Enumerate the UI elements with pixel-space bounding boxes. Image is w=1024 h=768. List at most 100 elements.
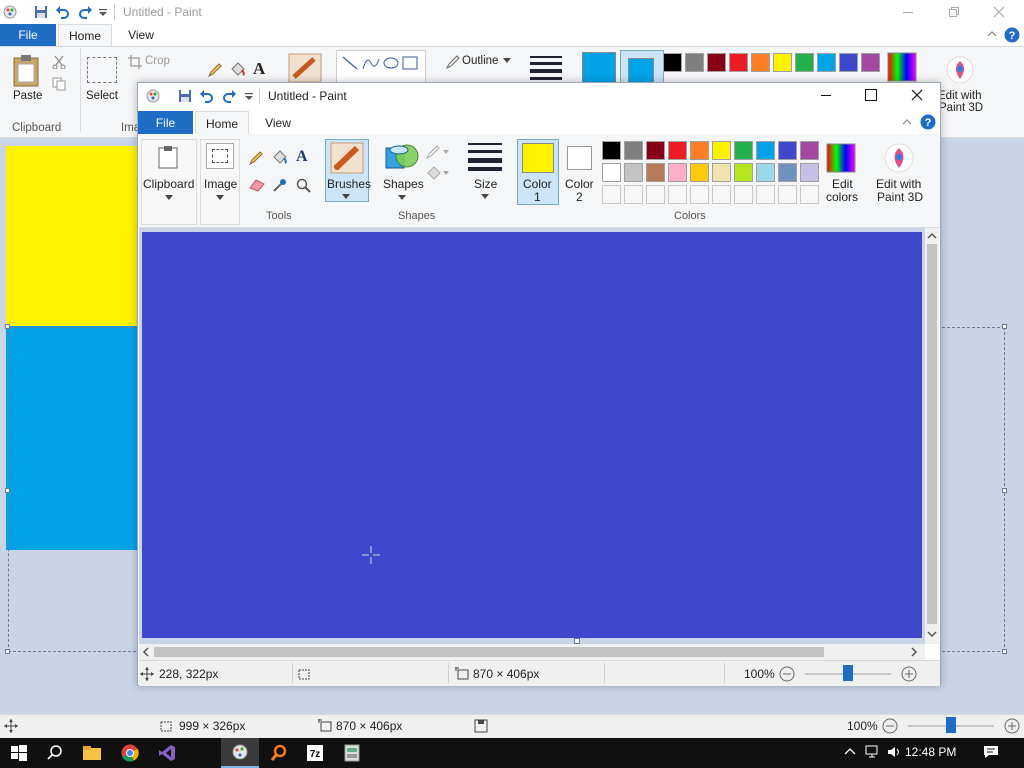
palette-color-swatch[interactable] — [624, 141, 643, 160]
fg-close-button[interactable] — [894, 82, 940, 108]
bg-help-icon[interactable]: ? — [1004, 27, 1020, 43]
bg-selection-handle[interactable] — [1002, 324, 1007, 329]
search-icon[interactable] — [36, 738, 74, 768]
fg-maximize-button[interactable] — [848, 82, 894, 108]
bg-outline-label[interactable]: Outline — [462, 55, 498, 67]
file-explorer-icon[interactable] — [73, 738, 111, 768]
bg-qat-dropdown-icon[interactable] — [97, 4, 113, 20]
palette-color-swatch[interactable] — [690, 163, 709, 182]
palette-color-swatch[interactable] — [800, 141, 819, 160]
bg-pencil-icon[interactable] — [207, 62, 223, 78]
fg-color2-label-line2[interactable]: 2 — [576, 190, 583, 204]
action-center-icon[interactable] — [983, 745, 999, 759]
fg-zoom-out-button[interactable] — [779, 666, 795, 682]
bg-zoom-slider-thumb[interactable] — [946, 717, 956, 733]
bg-save-icon[interactable] — [33, 4, 49, 20]
fg-outline-icon[interactable] — [425, 144, 449, 160]
bg-palette-color-swatch[interactable] — [729, 53, 748, 72]
bg-palette-color-swatch[interactable] — [751, 53, 770, 72]
bg-palette-color-swatch[interactable] — [663, 53, 682, 72]
fg-size-label[interactable]: Size — [474, 177, 497, 191]
paint-taskbar-icon[interactable] — [221, 738, 259, 768]
bg-copy-icon[interactable] — [52, 77, 66, 91]
bg-select-icon[interactable] — [87, 57, 117, 83]
fg-fill-shape-icon[interactable] — [425, 165, 449, 181]
fg-image-select-icon[interactable] — [206, 143, 234, 169]
network-icon[interactable] — [865, 745, 881, 759]
bg-brushes-icon[interactable] — [288, 53, 322, 83]
bg-home-tab[interactable]: Home — [58, 24, 112, 46]
palette-custom-slot[interactable] — [690, 185, 709, 204]
palette-color-swatch[interactable] — [756, 141, 775, 160]
fg-color1-swatch[interactable] — [522, 143, 554, 173]
fg-qat-dropdown-icon[interactable] — [243, 88, 255, 104]
fg-color2-label-line1[interactable]: Color — [565, 177, 594, 191]
fg-image-label[interactable]: Image — [204, 177, 237, 191]
fg-home-tab[interactable]: Home — [195, 111, 249, 135]
bg-close-button[interactable] — [976, 0, 1022, 24]
bg-size-icon[interactable] — [530, 56, 562, 80]
fg-shapes-icon[interactable] — [385, 140, 419, 174]
palette-custom-slot[interactable] — [778, 185, 797, 204]
palette-custom-slot[interactable] — [646, 185, 665, 204]
palette-color-swatch[interactable] — [602, 163, 621, 182]
palette-color-swatch[interactable] — [778, 163, 797, 182]
fg-edit-paint3d-line1[interactable]: Edit with — [876, 177, 921, 191]
clock-time[interactable]: 12:48 PM — [905, 745, 956, 759]
fg-minimize-button[interactable] — [803, 82, 849, 108]
fg-color1-label-line2[interactable]: 1 — [534, 190, 541, 204]
bg-view-tab[interactable]: View — [116, 24, 166, 46]
app-icon[interactable] — [333, 738, 371, 768]
fg-file-tab[interactable]: File — [138, 111, 193, 134]
bg-zoom-in-button[interactable] — [1004, 718, 1020, 734]
palette-color-swatch[interactable] — [624, 163, 643, 182]
bg-edit-paint3d-line2[interactable]: Paint 3D — [939, 102, 983, 114]
fg-color-picker-icon[interactable] — [272, 177, 288, 193]
fg-color1-label-line1[interactable]: Color — [523, 177, 552, 191]
bg-paste-icon[interactable] — [12, 54, 42, 88]
bg-restore-button[interactable] — [931, 0, 977, 24]
palette-color-swatch[interactable] — [756, 163, 775, 182]
bg-crop-icon[interactable] — [128, 55, 142, 69]
bg-selection-handle[interactable] — [1002, 649, 1007, 654]
fg-magnifier-icon[interactable] — [296, 178, 312, 194]
fg-edit-colors-line2[interactable]: colors — [826, 190, 858, 204]
fg-redo-icon[interactable] — [221, 88, 237, 104]
bg-select-label[interactable]: Select — [86, 90, 118, 102]
palette-color-swatch[interactable] — [668, 163, 687, 182]
bg-palette-color-swatch[interactable] — [707, 53, 726, 72]
palette-color-swatch[interactable] — [712, 163, 731, 182]
bg-undo-icon[interactable] — [55, 4, 71, 20]
fg-canvas[interactable] — [142, 232, 922, 638]
palette-custom-slot[interactable] — [712, 185, 731, 204]
fg-clipboard-icon[interactable] — [157, 145, 179, 169]
fg-vertical-scroll-thumb[interactable] — [927, 244, 937, 624]
fg-scroll-up-icon[interactable] — [926, 230, 938, 242]
palette-custom-slot[interactable] — [734, 185, 753, 204]
bg-collapse-ribbon-icon[interactable] — [986, 28, 998, 40]
fg-brushes-label[interactable]: Brushes — [327, 177, 371, 191]
fg-zoom-in-button[interactable] — [901, 666, 917, 682]
fg-scroll-right-icon[interactable] — [908, 646, 920, 658]
fg-view-tab[interactable]: View — [253, 111, 303, 134]
bg-selection-handle[interactable] — [1002, 488, 1007, 493]
palette-custom-slot[interactable] — [800, 185, 819, 204]
palette-color-swatch[interactable] — [602, 141, 621, 160]
bg-minimize-button[interactable] — [885, 0, 931, 24]
bg-paint3d-icon[interactable] — [946, 56, 974, 84]
bg-palette-color-swatch[interactable] — [817, 53, 836, 72]
bg-cut-icon[interactable] — [52, 55, 66, 69]
bg-palette-color-swatch[interactable] — [839, 53, 858, 72]
fg-clipboard-dropdown-icon[interactable] — [165, 195, 173, 201]
bg-selection-handle[interactable] — [5, 324, 10, 329]
fg-scroll-down-icon[interactable] — [926, 628, 938, 640]
bg-fill-icon[interactable] — [229, 61, 247, 77]
palette-color-swatch[interactable] — [778, 141, 797, 160]
bg-canvas-yellow-region[interactable] — [6, 146, 138, 326]
bg-palette-color-swatch[interactable] — [795, 53, 814, 72]
fg-image-dropdown-icon[interactable] — [216, 195, 224, 201]
fg-help-icon[interactable]: ? — [920, 114, 936, 130]
bg-edit-colors-icon[interactable] — [887, 52, 917, 82]
fg-brushes-icon[interactable] — [330, 142, 364, 174]
fg-undo-icon[interactable] — [199, 88, 215, 104]
